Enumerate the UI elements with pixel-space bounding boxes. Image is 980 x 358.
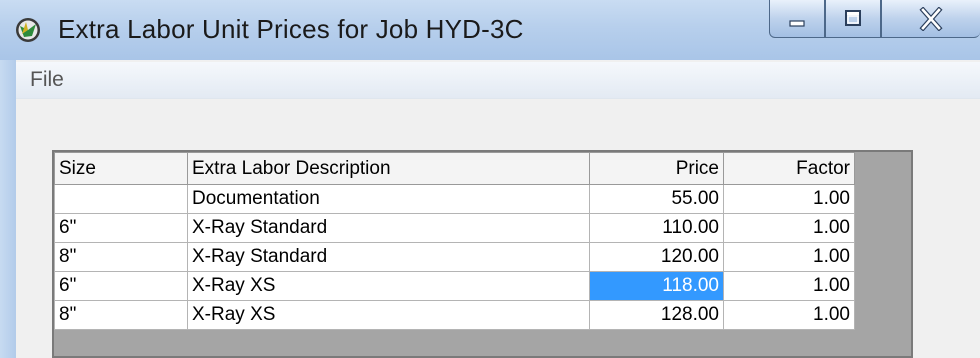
column-header-description[interactable]: Extra Labor Description	[187, 152, 590, 185]
table-row[interactable]: 6" X-Ray Standard 110.00 1.00	[54, 213, 855, 243]
app-window: Extra Labor Unit Prices for Job HYD-3C F…	[0, 0, 980, 358]
column-header-price[interactable]: Price	[589, 152, 724, 185]
cell-factor[interactable]: 1.00	[723, 242, 855, 272]
cell-factor[interactable]: 1.00	[723, 213, 855, 243]
cell-price-selected[interactable]: 118.00	[589, 271, 724, 301]
cell-price[interactable]: 128.00	[589, 300, 724, 330]
maximize-button[interactable]	[825, 0, 881, 38]
close-button[interactable]	[881, 0, 980, 38]
cell-description[interactable]: Documentation	[187, 184, 590, 214]
column-header-size[interactable]: Size	[54, 152, 188, 185]
table-row[interactable]: 8" X-Ray Standard 120.00 1.00	[54, 242, 855, 272]
cell-factor[interactable]: 1.00	[723, 184, 855, 214]
menu-file[interactable]: File	[30, 68, 64, 92]
cell-factor[interactable]: 1.00	[723, 300, 855, 330]
globe-icon	[16, 18, 40, 42]
cell-price[interactable]: 55.00	[589, 184, 724, 214]
menu-bar: File	[16, 62, 980, 99]
minimize-button[interactable]	[769, 0, 825, 38]
cell-price[interactable]: 120.00	[589, 242, 724, 272]
table-row[interactable]: 6" X-Ray XS 118.00 1.00	[54, 271, 855, 301]
title-bar[interactable]: Extra Labor Unit Prices for Job HYD-3C	[0, 0, 980, 60]
cell-size[interactable]: 8"	[54, 242, 188, 272]
labor-price-table: Size Extra Labor Description Price Facto…	[54, 152, 855, 330]
cell-price[interactable]: 110.00	[589, 213, 724, 243]
minimize-icon	[789, 19, 805, 27]
labor-price-grid[interactable]: Size Extra Labor Description Price Facto…	[52, 150, 913, 358]
cell-size[interactable]: 6"	[54, 213, 188, 243]
cell-size[interactable]: 8"	[54, 300, 188, 330]
close-icon	[919, 6, 943, 31]
cell-description[interactable]: X-Ray XS	[187, 300, 590, 330]
cell-description[interactable]: X-Ray Standard	[187, 213, 590, 243]
table-row[interactable]: 8" X-Ray XS 128.00 1.00	[54, 300, 855, 330]
cell-size[interactable]	[54, 184, 188, 214]
cell-size[interactable]: 6"	[54, 271, 188, 301]
maximize-icon	[845, 9, 861, 26]
cell-factor[interactable]: 1.00	[723, 271, 855, 301]
window-title: Extra Labor Unit Prices for Job HYD-3C	[58, 14, 524, 44]
cell-description[interactable]: X-Ray XS	[187, 271, 590, 301]
table-row[interactable]: Documentation 55.00 1.00	[54, 184, 855, 214]
cell-description[interactable]: X-Ray Standard	[187, 242, 590, 272]
window-frame	[0, 60, 16, 358]
column-header-factor[interactable]: Factor	[723, 152, 855, 185]
header-row: Size Extra Labor Description Price Facto…	[54, 152, 855, 185]
